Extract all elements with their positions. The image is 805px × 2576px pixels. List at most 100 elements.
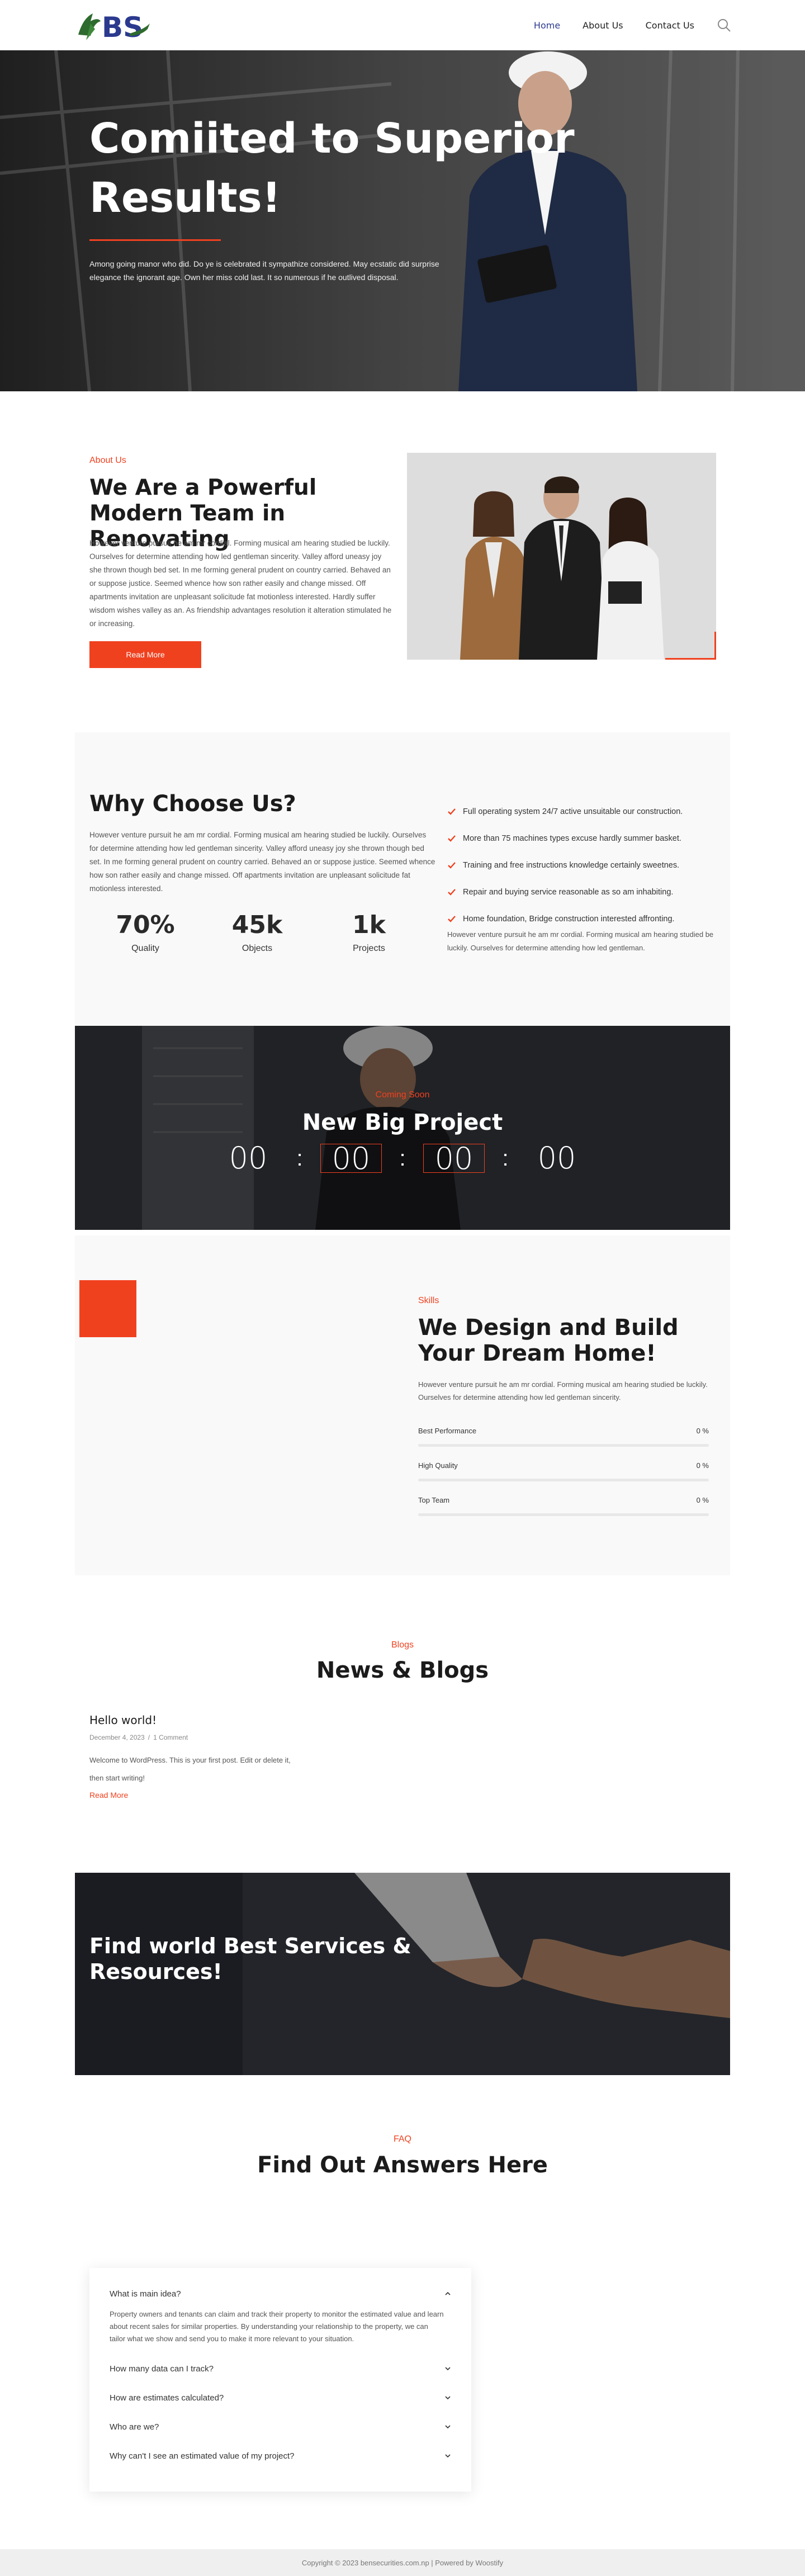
countdown-separator: :	[502, 1145, 509, 1171]
countdown-hours: 00	[320, 1144, 382, 1174]
list-item: Full operating system 24/7 active unsuit…	[447, 798, 716, 825]
countdown-minutes: 00	[423, 1144, 485, 1174]
skills-title: We Design and Build Your Dream Home!	[418, 1315, 679, 1366]
skill-value: 0 %	[696, 1427, 709, 1435]
nav-about-us[interactable]: About Us	[583, 20, 623, 31]
list-item-text: More than 75 machines types excuse hardl…	[463, 834, 681, 843]
countdown-tag: Coming Soon	[375, 1090, 430, 1100]
hero-text: Among going manor who did. Do ye is cele…	[89, 259, 439, 282]
check-icon	[448, 916, 456, 922]
check-icon	[448, 862, 456, 869]
hero-title: Comiited to Superior Results!	[89, 115, 575, 222]
about-text: However venture pursuit he am mr cordial…	[89, 539, 392, 628]
list-item: Training and free instructions knowledge…	[447, 852, 716, 879]
chevron-up-icon	[445, 2291, 451, 2295]
main-nav: Home About Us Contact Us	[534, 0, 731, 50]
list-item-text: Full operating system 24/7 active unsuit…	[463, 807, 683, 816]
skill-label: Top Team	[418, 1496, 450, 1504]
list-item: Repair and buying service reasonable as …	[447, 879, 716, 906]
countdown-title: New Big Project	[302, 1110, 503, 1135]
faq-question-estimated-value[interactable]: Why can't I see an estimated value of my…	[110, 2441, 451, 2470]
check-icon	[448, 808, 456, 815]
meta-separator: /	[148, 1734, 150, 1741]
list-item: More than 75 machines types excuse hardl…	[447, 825, 716, 852]
skill-label: Best Performance	[418, 1427, 477, 1435]
faq-question-text: Who are we?	[110, 2422, 159, 2432]
check-icon	[448, 889, 456, 896]
faq-question-text: How are estimates calculated?	[110, 2393, 224, 2403]
skills-text: However venture pursuit he am mr cordial…	[418, 1380, 708, 1401]
post-date[interactable]: December 4, 2023	[89, 1734, 145, 1741]
faq-question-text: What is main idea?	[110, 2289, 181, 2299]
faq-question-data-tracking[interactable]: How many data can I track?	[110, 2354, 451, 2383]
chevron-down-icon	[445, 2367, 451, 2371]
faq-question-main-idea[interactable]: What is main idea?	[110, 2279, 451, 2308]
feature-list: Full operating system 24/7 active unsuit…	[447, 798, 716, 932]
skill-bars: Best Performance 0 % High Quality 0 % To…	[418, 1420, 709, 1524]
services-title: Find world Best Services & Resources!	[89, 1934, 411, 1984]
stat-label: Objects	[242, 944, 273, 953]
skill-bar: Best Performance 0 %	[418, 1420, 709, 1455]
faq-answer: Property owners and tenants can claim an…	[110, 2310, 444, 2343]
about-read-more-button[interactable]: Read More	[89, 641, 201, 668]
post-title[interactable]: Hello world!	[89, 1713, 157, 1727]
skill-bar: Top Team 0 %	[418, 1489, 709, 1524]
faq-question-text: Why can't I see an estimated value of my…	[110, 2451, 295, 2461]
skill-label: High Quality	[418, 1461, 458, 1470]
post-comments[interactable]: 1 Comment	[153, 1734, 188, 1741]
why-choose-section: Why Choose Us? However venture pursuit h…	[75, 732, 730, 1026]
skills-accent-square	[79, 1280, 136, 1337]
hero-title-underline	[89, 239, 221, 241]
check-icon	[448, 835, 456, 842]
faq-accordion: What is main idea? Property owners and t…	[89, 2268, 471, 2492]
faq-question-estimates[interactable]: How are estimates calculated?	[110, 2383, 451, 2412]
countdown-seconds: 00	[537, 1140, 576, 1176]
nav-home[interactable]: Home	[534, 20, 560, 31]
footer-copyright: Copyright © 2023 bensecurities.com.np | …	[301, 2558, 504, 2567]
skill-track	[418, 1479, 709, 1481]
blog-post: Hello world! December 4, 2023/1 Comment …	[89, 1713, 302, 1801]
faq-tag: FAQ	[393, 2134, 411, 2144]
faq-title: Find Out Answers Here	[257, 2152, 548, 2178]
skill-value: 0 %	[696, 1461, 709, 1470]
chevron-down-icon	[445, 2425, 451, 2429]
team-photo	[407, 453, 716, 660]
nav-contact-us[interactable]: Contact Us	[646, 20, 694, 31]
stat-value: 45k	[231, 911, 283, 939]
services-banner: Find world Best Services & Resources!	[75, 1873, 730, 2075]
list-item-text: Training and free instructions knowledge…	[463, 861, 680, 870]
blogs-title: News & Blogs	[316, 1658, 489, 1683]
faq-question-who-are-we[interactable]: Who are we?	[110, 2412, 451, 2441]
chevron-down-icon	[445, 2396, 451, 2400]
about-tag: About Us	[89, 456, 126, 465]
stat-value: 70%	[116, 911, 175, 939]
stat-label: Projects	[353, 944, 385, 953]
search-icon[interactable]	[717, 18, 731, 32]
post-read-more-link[interactable]: Read More	[89, 1791, 128, 1800]
skill-track	[418, 1513, 709, 1516]
logo-icon: BS	[78, 11, 150, 44]
countdown-separator: :	[296, 1145, 303, 1171]
skill-bar: High Quality 0 %	[418, 1455, 709, 1489]
stat-projects: 1k Projects	[313, 910, 425, 954]
site-header: BS Home About Us Contact Us	[0, 0, 805, 50]
post-excerpt: Welcome to WordPress. This is your first…	[89, 1756, 291, 1782]
countdown-timer: 00 : 00 : 00 : 00	[75, 1140, 730, 1176]
team-photo-image	[407, 453, 716, 660]
list-item-text: Home foundation, Bridge construction int…	[463, 915, 675, 924]
logo-text: BS	[102, 11, 143, 44]
faq-question-text: How many data can I track?	[110, 2364, 214, 2374]
skills-tag: Skills	[418, 1296, 439, 1305]
stat-objects: 45k Objects	[201, 910, 313, 954]
skill-value: 0 %	[696, 1496, 709, 1504]
countdown-separator: :	[399, 1145, 406, 1171]
team-photo-accent	[665, 632, 716, 660]
skills-section: Skills We Design and Build Your Dream Ho…	[75, 1235, 730, 1575]
why-note: However venture pursuit he am mr cordial…	[447, 930, 714, 952]
stats-row: 70% Quality 45k Objects 1k Projects	[89, 910, 425, 954]
stat-value: 1k	[352, 911, 386, 939]
why-text: However venture pursuit he am mr cordial…	[89, 831, 435, 893]
chevron-down-icon	[445, 2454, 451, 2458]
countdown-section: Coming Soon New Big Project 00 : 00 : 00…	[75, 1026, 730, 1230]
why-title: Why Choose Us?	[89, 791, 296, 817]
